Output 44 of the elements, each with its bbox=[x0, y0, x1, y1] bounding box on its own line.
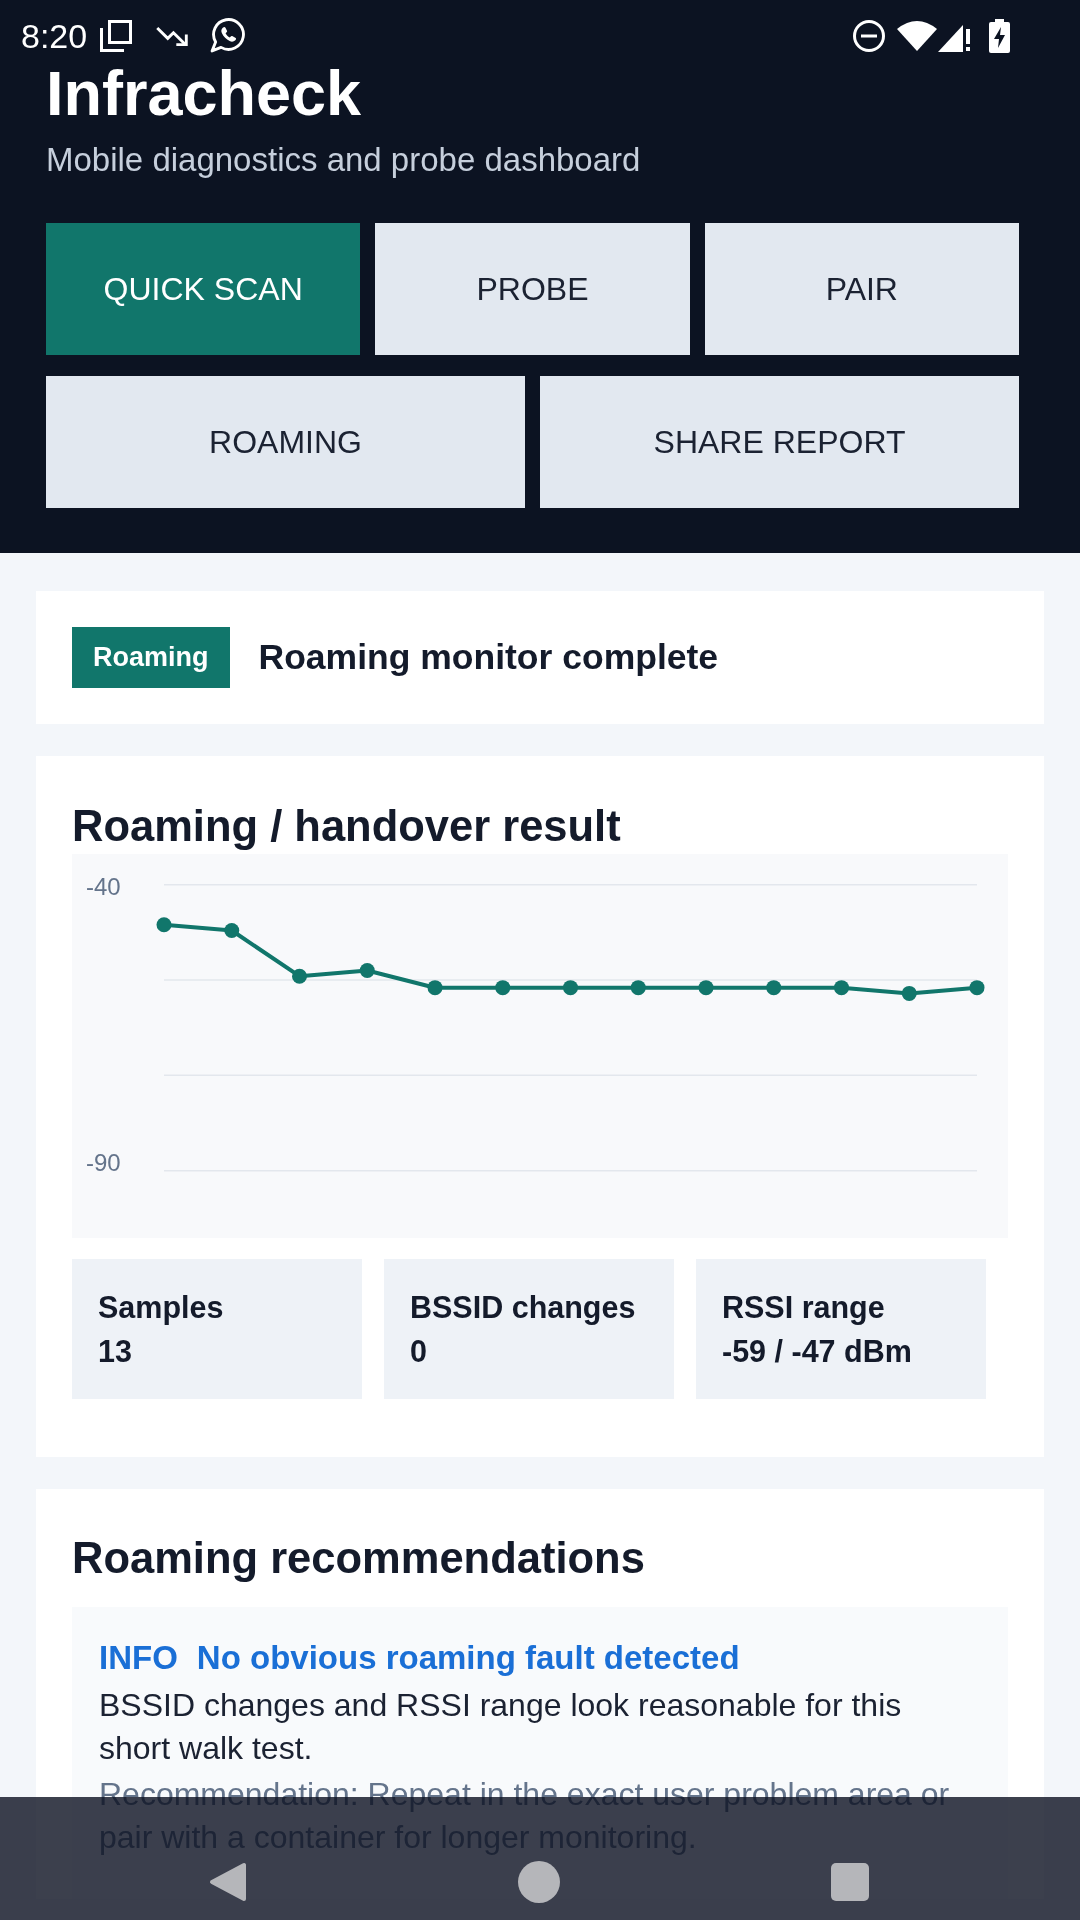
app-title: Infracheck bbox=[46, 58, 363, 128]
section-title: Roaming / handover result bbox=[72, 801, 622, 851]
y-axis-label: -40 bbox=[86, 873, 121, 901]
stat-value: 13 bbox=[98, 1333, 133, 1370]
y-axis-label: -90 bbox=[86, 1149, 121, 1177]
stat-value: 0 bbox=[410, 1333, 428, 1370]
data-point bbox=[766, 980, 782, 996]
action-button[interactable]: PAIR bbox=[704, 223, 1019, 355]
stacked-squares-icon bbox=[100, 20, 133, 52]
phone-bubble-icon bbox=[210, 18, 246, 54]
data-point bbox=[224, 922, 240, 938]
status-message: Roaming monitor complete bbox=[258, 635, 719, 679]
section-title: Roaming recommendations bbox=[72, 1533, 646, 1583]
stat-value: -59 / -47 dBm bbox=[722, 1333, 913, 1370]
data-point bbox=[427, 980, 443, 996]
data-point bbox=[630, 980, 646, 996]
finding-detail: BSSID changes and RSSI range look reasonable for this short walk test. bbox=[99, 1686, 903, 1768]
action-button[interactable]: QUICK SCAN bbox=[46, 223, 361, 355]
stat-label: RSSI range bbox=[722, 1289, 886, 1327]
battery-charging-icon bbox=[989, 19, 1010, 53]
data-point bbox=[156, 917, 172, 933]
action-button[interactable]: ROAMING bbox=[46, 376, 525, 508]
stat-label: Samples bbox=[98, 1289, 225, 1327]
data-point bbox=[359, 963, 375, 978]
data-point bbox=[901, 985, 917, 1001]
finding-title: No obvious roaming fault detected bbox=[196, 1638, 740, 1678]
action-button[interactable]: PROBE bbox=[375, 223, 690, 355]
minus-circle-icon bbox=[853, 20, 885, 52]
severity-label: INFO bbox=[99, 1638, 178, 1678]
home-icon[interactable] bbox=[518, 1861, 560, 1903]
app-subtitle: Mobile diagnostics and probe dashboard bbox=[46, 140, 642, 180]
status-badge: Roaming bbox=[72, 627, 230, 688]
data-point bbox=[834, 980, 849, 996]
data-point bbox=[698, 980, 714, 996]
data-point bbox=[969, 980, 985, 996]
wifi-icon bbox=[897, 21, 937, 51]
back-icon[interactable] bbox=[209, 1862, 247, 1902]
trending-down-icon bbox=[156, 26, 190, 46]
data-point bbox=[292, 968, 307, 984]
data-point bbox=[563, 980, 578, 996]
data-point bbox=[495, 980, 511, 996]
status-time: 8:20 bbox=[21, 19, 88, 53]
stat-label: BSSID changes bbox=[410, 1289, 637, 1327]
action-button[interactable]: SHARE REPORT bbox=[540, 376, 1019, 508]
